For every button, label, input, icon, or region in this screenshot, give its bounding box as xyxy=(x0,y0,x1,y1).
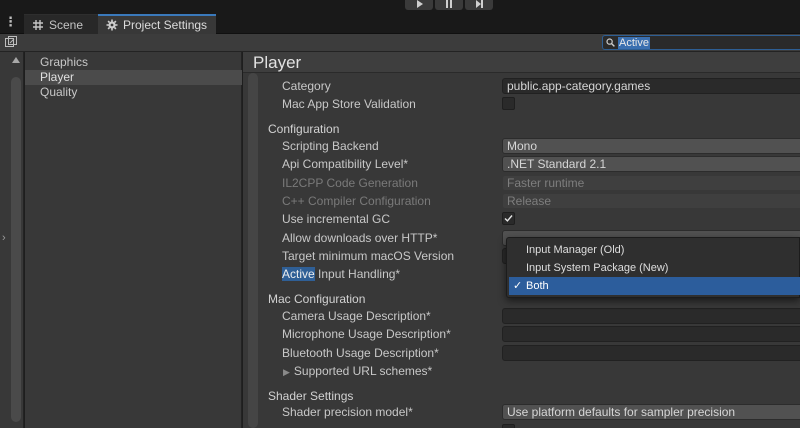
il2cpp-codegen-label: IL2CPP Code Generation xyxy=(282,176,418,190)
incremental-gc-label: Use incremental GC xyxy=(282,212,391,226)
checkmark-icon xyxy=(504,215,513,222)
shader-precision-label: Shader precision model* xyxy=(282,405,413,419)
tab-scene[interactable]: Scene xyxy=(24,14,98,34)
option-both[interactable]: ✓ Both xyxy=(509,277,800,295)
category-field[interactable]: public.app-category.games xyxy=(502,78,800,94)
partial-row-checkbox[interactable] xyxy=(502,424,515,428)
active-input-handling-label: Active Input Handling* xyxy=(282,267,400,281)
tab-project-settings-label: Project Settings xyxy=(123,18,208,32)
selected-check-icon: ✓ xyxy=(513,280,523,292)
play-controls xyxy=(405,0,493,10)
option-both-label: Both xyxy=(526,280,549,292)
category-player[interactable]: Player xyxy=(25,70,242,85)
active-input-handling-label-rest: Input Handling* xyxy=(314,267,401,281)
scroll-up-icon[interactable] xyxy=(12,57,20,63)
microphone-usage-label: Microphone Usage Description* xyxy=(282,327,451,341)
shader-precision-dropdown[interactable]: Use platform defaults for sampler precis… xyxy=(502,404,800,420)
camera-usage-field[interactable] xyxy=(502,308,800,324)
shader-settings-header: Shader Settings xyxy=(268,389,354,403)
category-graphics[interactable]: Graphics xyxy=(25,55,242,70)
settings-toolbar: Active xyxy=(0,34,800,52)
panel-header: Player xyxy=(243,52,800,73)
page-title: Player xyxy=(253,53,302,72)
incremental-gc-checkbox[interactable] xyxy=(502,212,515,225)
mac-app-store-validation-checkbox[interactable] xyxy=(502,97,515,110)
active-input-handling-popup: Input Manager (Old) Input System Package… xyxy=(506,237,800,298)
scripting-backend-label: Scripting Backend xyxy=(282,139,379,153)
pause-icon xyxy=(446,0,452,8)
option-input-system-package-new[interactable]: Input System Package (New) xyxy=(509,259,800,277)
category-label: Category xyxy=(282,79,331,93)
mac-configuration-header: Mac Configuration xyxy=(268,292,366,306)
allow-http-label: Allow downloads over HTTP* xyxy=(282,231,438,245)
cpp-compiler-label: C++ Compiler Configuration xyxy=(282,194,431,208)
configuration-header: Configuration xyxy=(268,122,340,136)
option-input-manager-old[interactable]: Input Manager (Old) xyxy=(509,241,800,259)
tab-scene-label: Scene xyxy=(49,17,84,32)
scripting-backend-dropdown[interactable]: Mono xyxy=(502,138,800,154)
search-icon xyxy=(606,38,615,47)
microphone-usage-field[interactable] xyxy=(502,326,800,342)
step-button[interactable] xyxy=(465,0,493,10)
il2cpp-codegen-dropdown: Faster runtime xyxy=(502,175,800,191)
camera-usage-label: Camera Usage Description* xyxy=(282,309,431,323)
more-options-icon[interactable]: ⋮ xyxy=(4,15,17,30)
cpp-compiler-dropdown: Release xyxy=(502,193,800,209)
left-gutter: › xyxy=(0,52,24,428)
category-scrollbar[interactable] xyxy=(11,77,21,422)
settings-category-list: Graphics Player Quality xyxy=(25,52,242,428)
search-input[interactable]: Active xyxy=(602,35,800,50)
target-macos-label: Target minimum macOS Version xyxy=(282,249,455,263)
search-highlight: Active xyxy=(282,267,315,281)
play-button[interactable] xyxy=(405,0,433,10)
api-compatibility-label: Api Compatibility Level* xyxy=(282,157,409,171)
window-icon[interactable] xyxy=(4,35,18,49)
pause-button[interactable] xyxy=(435,0,463,10)
content-scrollbar[interactable] xyxy=(248,73,258,428)
category-quality[interactable]: Quality xyxy=(25,85,242,100)
step-icon xyxy=(476,0,483,8)
expand-chevron-icon[interactable]: › xyxy=(2,232,6,244)
search-value: Active xyxy=(618,36,650,49)
mac-app-store-validation-label: Mac App Store Validation xyxy=(282,97,416,111)
tab-project-settings[interactable]: Project Settings xyxy=(98,14,216,34)
gear-icon xyxy=(106,19,118,31)
top-strip xyxy=(0,0,800,12)
tab-bar: ⋮ Scene Project Settings xyxy=(0,12,800,34)
play-icon xyxy=(417,0,423,8)
supported-url-schemes-foldout[interactable]: ▶ Supported URL schemes* xyxy=(283,364,432,379)
grid-icon xyxy=(33,19,43,30)
bluetooth-usage-field[interactable] xyxy=(502,345,800,361)
bluetooth-usage-label: Bluetooth Usage Description* xyxy=(282,346,439,360)
foldout-arrow-icon: ▶ xyxy=(283,367,290,377)
api-compatibility-dropdown[interactable]: .NET Standard 2.1 xyxy=(502,156,800,172)
supported-url-schemes-label: Supported URL schemes* xyxy=(293,364,433,378)
